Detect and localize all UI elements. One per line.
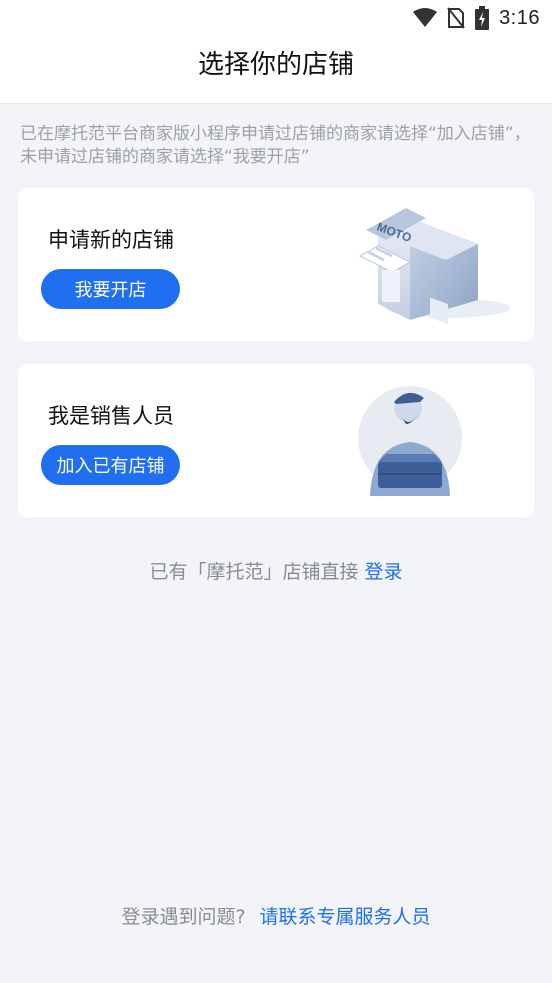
login-link[interactable]: 登录 <box>365 561 403 583</box>
apply-new-store-card[interactable]: 申请新的店铺 我要开店 MOTO <box>18 188 534 341</box>
page-title: 选择你的店铺 <box>197 50 354 80</box>
storefront-moto-illustration: MOTO <box>338 200 518 334</box>
contact-service-link[interactable]: 请联系专属服务人员 <box>260 906 431 928</box>
login-prompt: 已有「摩托范」店铺直接 登录 <box>0 557 552 584</box>
no-sim-icon <box>447 7 465 29</box>
login-prefix-text: 已有「摩托范」店铺直接 <box>149 561 359 583</box>
salesperson-with-box-illustration <box>348 376 488 510</box>
battery-charging-icon <box>475 6 490 30</box>
wifi-icon <box>413 8 438 28</box>
status-bar: 3:16 <box>413 6 540 30</box>
salesperson-card[interactable]: 我是销售人员 加入已有店铺 <box>18 364 534 517</box>
instruction-text: 已在摩托范平台商家版小程序申请过店铺的商家请选择“加入店铺”，未申请过店铺的商家… <box>20 124 531 167</box>
help-prompt: 登录遇到问题? 请联系专属服务人员 <box>0 902 552 929</box>
join-store-button[interactable]: 加入已有店铺 <box>41 445 180 485</box>
help-prefix-text: 登录遇到问题? <box>121 906 246 928</box>
card-title: 申请新的店铺 <box>48 228 174 252</box>
top-bar: 3:16 选择你的店铺 <box>0 0 552 104</box>
card-title: 我是销售人员 <box>48 404 174 428</box>
status-time: 3:16 <box>499 6 540 29</box>
open-store-button[interactable]: 我要开店 <box>41 269 180 309</box>
